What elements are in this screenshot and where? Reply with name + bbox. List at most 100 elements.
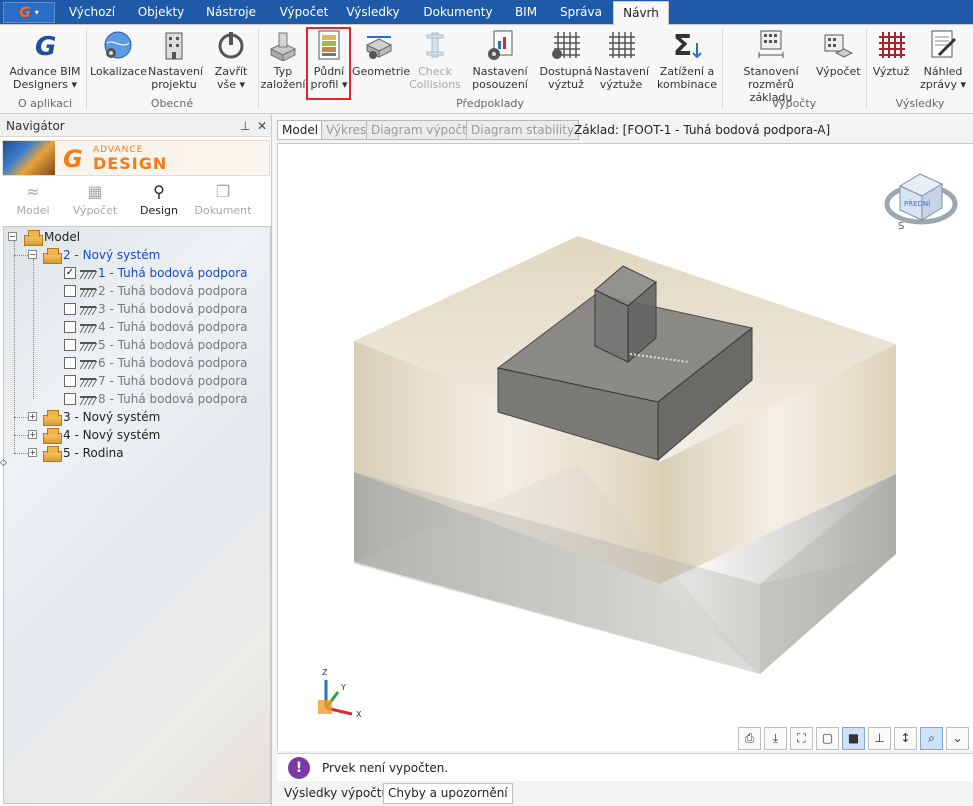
reinforcement-button[interactable]: Výztuž (870, 29, 912, 99)
project-settings-button[interactable]: Nastavení projektu (148, 29, 203, 99)
view-tab-model[interactable]: Model (277, 120, 324, 140)
reinforcement-settings-button[interactable]: Nastavení výztuže (594, 29, 650, 99)
group-separator (258, 29, 259, 109)
group-label-general: Obecné (150, 97, 194, 110)
checkbox[interactable] (64, 357, 76, 369)
tree-line (14, 435, 28, 436)
reinforcement-settings-label: Nastavení výztuže (594, 65, 650, 91)
check-collisions-label: Check Collisions (409, 65, 461, 91)
globe-icon (104, 31, 132, 59)
download-icon[interactable]: ⤓ (764, 727, 787, 750)
loads-combinations-label: Zatížení a kombinace (657, 65, 717, 91)
report-preview-button[interactable]: Náhled zprávy ▾ (918, 29, 968, 99)
group-label-results: Výsledky (895, 97, 945, 110)
power-icon (218, 32, 244, 59)
tab-bim[interactable]: BIM (508, 0, 544, 25)
calculation-label: Výpočet (816, 65, 861, 78)
axis-y-label: Y (340, 683, 346, 692)
group-separator (722, 29, 723, 109)
tree-line (33, 259, 34, 399)
checkbox[interactable] (64, 339, 76, 351)
expand-icon[interactable]: + (28, 430, 37, 439)
zoom-icon[interactable]: ⌕ (920, 727, 943, 750)
tab-vypocet[interactable]: Výpočet (276, 0, 332, 25)
support-icon (79, 357, 98, 369)
foundation-block-icon (269, 32, 297, 61)
geometry-button[interactable]: Geometrie (352, 29, 410, 99)
localize-button[interactable]: Lokalizace (90, 29, 147, 99)
advance-bim-designers-button[interactable]: G Advance BIM Designers ▾ (6, 29, 84, 99)
svg-text:G: G (35, 32, 56, 61)
mode-model-label: Model (16, 204, 50, 217)
report-preview-icon (931, 30, 957, 58)
assessment-settings-label: Nastavení posouzení (472, 65, 528, 91)
checkbox[interactable] (64, 321, 76, 333)
warning-icon: ! (288, 757, 310, 779)
mode-model[interactable]: ≈ Model (2, 180, 64, 224)
close-all-button[interactable]: Zavřít vše ▾ (208, 29, 254, 99)
mode-calculation[interactable]: ▦ Výpočet (64, 180, 126, 224)
collapse-icon[interactable]: − (8, 232, 17, 241)
checkbox[interactable] (64, 375, 76, 387)
expand-icon[interactable]: + (28, 448, 37, 457)
cube-south-label: S (898, 221, 904, 232)
tab-nastroje[interactable]: Nástroje (200, 0, 262, 25)
folder-icon (43, 409, 62, 426)
folder-icon (43, 427, 62, 444)
model-mode-icon: ≈ (26, 182, 40, 201)
calculation-button[interactable]: Výpočet (816, 29, 861, 99)
app-logo-icon: G (19, 4, 31, 21)
solid-view-icon[interactable]: ■ (842, 727, 865, 750)
splitter-handle-icon[interactable]: ◇ (0, 458, 7, 468)
check-collisions-button[interactable]: Check Collisions (408, 29, 462, 99)
collapse-icon[interactable]: − (28, 250, 37, 259)
view-cube[interactable]: PŘEDNÍ S (884, 173, 958, 232)
mode-document[interactable]: ❐ Dokument (192, 180, 254, 224)
print-icon[interactable]: ⎙ (738, 727, 761, 750)
checkbox[interactable] (64, 303, 76, 315)
tab-vysledky[interactable]: Výsledky (343, 0, 403, 25)
support-icon (79, 267, 98, 279)
app-menu-button[interactable]: G ▾ (3, 2, 55, 23)
assessment-settings-button[interactable]: Nastavení posouzení (472, 29, 528, 99)
checkbox[interactable] (64, 393, 76, 405)
tab-errors-warnings[interactable]: Chyby a upozornění (383, 783, 513, 804)
chevron-down-icon: ▾ (957, 78, 967, 91)
expand-icon[interactable]: + (28, 412, 37, 421)
tab-objekty[interactable]: Objekty (130, 0, 192, 25)
tab-dokumenty[interactable]: Dokumenty (420, 0, 496, 25)
loads-combinations-button[interactable]: Σ Zatížení a kombinace (656, 29, 718, 99)
tree-line (14, 241, 15, 453)
foundation-dimensions-button[interactable]: Stanovení rozměrů základu (726, 29, 816, 104)
svg-text:Σ: Σ (673, 29, 692, 61)
box-view-icon[interactable]: ▢ (816, 727, 839, 750)
3d-viewport[interactable]: PŘEDNÍ S Z Y X (277, 143, 973, 751)
report-preview-label: Náhled zprávy (919, 65, 963, 91)
tree-label: 4 - Nový systém (63, 428, 161, 442)
view-tab-calc-diagram[interactable]: Diagram výpočtu (366, 120, 480, 140)
tab-sprava[interactable]: Správa (556, 0, 606, 25)
mode-design[interactable]: ⚲ Design (128, 180, 190, 224)
checkbox-checked[interactable]: ✓ (64, 267, 76, 279)
available-reinforcement-button[interactable]: Dostupná výztuž (538, 29, 594, 99)
view-tab-stability-diagram[interactable]: Diagram stability (466, 120, 580, 140)
view-tab-drawing[interactable]: Výkres (321, 120, 372, 140)
tree-label: 3 - Nový systém (63, 410, 161, 424)
tab-calc-results[interactable]: Výsledky výpočtu (279, 783, 395, 804)
foundation-type-label: Typ založení (260, 65, 306, 91)
axis-icon[interactable]: ⊥ (868, 727, 891, 750)
pin-icon[interactable]: ⊥ (240, 115, 250, 137)
dimension-icon[interactable]: ↕ (894, 727, 917, 750)
tab-navrh[interactable]: Návrh (613, 1, 669, 26)
fit-icon[interactable]: ⛶ (790, 727, 813, 750)
checkbox[interactable] (64, 285, 76, 297)
tab-vychozi[interactable]: Výchozí (60, 0, 124, 25)
group-label-calculations: Výpočty (771, 97, 817, 110)
chevron-down-icon: ▾ (67, 78, 78, 91)
close-icon[interactable]: ✕ (257, 115, 267, 137)
tree-label: 8 - Tuhá bodová podpora (98, 392, 248, 406)
foundation-type-button[interactable]: Typ založení (260, 29, 306, 99)
brand-g-logo: G (63, 145, 83, 173)
expand-icon[interactable]: ⌄ (946, 727, 969, 750)
highlight-frame (306, 27, 351, 100)
